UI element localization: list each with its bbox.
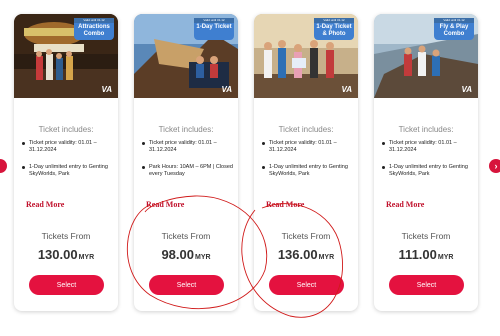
ticket-card-1-day-ticket-photo: Valid until 31.12 1-Day Ticket & Photo V… (254, 14, 358, 311)
list-item: Park Hours: 10AM – 6PM | Closed every Tu… (140, 164, 234, 178)
price-currency: MYR (194, 254, 211, 261)
list-item: 1-Day unlimited entry to Genting SkyWorl… (20, 164, 114, 178)
read-more-link[interactable]: Read More (26, 200, 64, 209)
park-logo: VA (101, 85, 112, 94)
price-currency: MYR (437, 254, 454, 261)
chevron-left-icon[interactable] (0, 159, 7, 173)
ribbon-badge: Valid until 31.12 1-Day Ticket (194, 18, 234, 40)
ticket-includes-heading: Ticket includes: (398, 125, 454, 134)
chevron-right-icon[interactable]: › (489, 159, 500, 173)
ticket-includes-heading: Ticket includes: (38, 125, 94, 134)
ribbon-title: Fly & Play Combo (439, 24, 469, 37)
park-logo: VA (461, 85, 472, 94)
ribbon-badge: Valid until 31.12 Attractions Combo (74, 18, 114, 40)
ticket-includes-list: Ticket price validity: 01.01 – 31.12.202… (20, 140, 114, 184)
list-item: Ticket price validity: 01.01 – 31.12.202… (140, 140, 234, 154)
tickets-from-label: Tickets From (41, 231, 91, 241)
ticket-includes-list: Ticket price validity: 01.01 – 31.12.202… (140, 140, 234, 184)
tickets-from-label: Tickets From (281, 231, 331, 241)
price: 130.00MYR (14, 246, 118, 264)
fly-play-combo-image: Valid until 31.12 Fly & Play Combo VA (374, 14, 478, 98)
ribbon-title: 1-Day Ticket (196, 24, 232, 30)
ribbon-badge: Valid until 31.12 1-Day Ticket & Photo (314, 18, 354, 40)
price-currency: MYR (78, 254, 95, 261)
ticket-card-fly-play-combo: Valid until 31.12 Fly & Play Combo VA Ti… (374, 14, 478, 311)
price-amount: 98.00 (161, 247, 194, 262)
ticket-includes-heading: Ticket includes: (158, 125, 214, 134)
list-item: 1-Day unlimited entry to Genting SkyWorl… (260, 164, 354, 178)
ribbon-tag: Valid until 31.12 (74, 18, 114, 23)
price-amount: 136.00 (277, 247, 318, 262)
list-item: Ticket price validity: 01.01 – 31.12.202… (380, 140, 474, 154)
select-button[interactable]: Select (29, 275, 104, 295)
price-currency: MYR (318, 254, 335, 261)
1-day-ticket-photo-image: Valid until 31.12 1-Day Ticket & Photo V… (254, 14, 358, 98)
select-button[interactable]: Select (149, 275, 224, 295)
ticket-card-attractions-combo: Valid until 31.12 Attractions Combo VA T… (14, 14, 118, 311)
attractions-combo-image: Valid until 31.12 Attractions Combo VA (14, 14, 118, 98)
price-amount: 130.00 (37, 247, 78, 262)
select-button[interactable]: Select (269, 275, 344, 295)
ribbon-tag: Valid until 31.12 (194, 18, 234, 23)
price-amount: 111.00 (398, 247, 437, 262)
ticket-card-1-day-ticket: Valid until 31.12 1-Day Ticket VA Ticket… (134, 14, 238, 311)
list-item: Ticket price validity: 01.01 – 31.12.202… (20, 140, 114, 154)
ribbon-tag: Valid until 31.12 (314, 18, 354, 23)
ticket-carousel: Valid until 31.12 Attractions Combo VA T… (0, 0, 500, 336)
park-logo: VA (221, 85, 232, 94)
list-item: 1-Day unlimited entry to Genting SkyWorl… (380, 164, 474, 178)
price: 98.00MYR (134, 246, 238, 264)
ticket-includes-list: Ticket price validity: 01.01 – 31.12.202… (260, 140, 354, 184)
price: 111.00MYR (374, 246, 478, 264)
read-more-link[interactable]: Read More (386, 200, 424, 209)
ticket-includes-list: Ticket price validity: 01.01 – 31.12.202… (380, 140, 474, 184)
read-more-link[interactable]: Read More (146, 200, 184, 209)
ribbon-title: 1-Day Ticket & Photo (316, 24, 352, 37)
tickets-from-label: Tickets From (161, 231, 211, 241)
read-more-link[interactable]: Read More (266, 200, 304, 209)
1-day-ticket-image: Valid until 31.12 1-Day Ticket VA (134, 14, 238, 98)
select-button[interactable]: Select (389, 275, 464, 295)
ribbon-badge: Valid until 31.12 Fly & Play Combo (434, 18, 474, 40)
park-logo: VA (341, 85, 352, 94)
ribbon-tag: Valid until 31.12 (434, 18, 474, 23)
list-item: Ticket price validity: 01.01 – 31.12.202… (260, 140, 354, 154)
price: 136.00MYR (254, 246, 358, 264)
tickets-from-label: Tickets From (401, 231, 451, 241)
ribbon-title: Attractions Combo (78, 24, 110, 37)
ticket-includes-heading: Ticket includes: (278, 125, 334, 134)
